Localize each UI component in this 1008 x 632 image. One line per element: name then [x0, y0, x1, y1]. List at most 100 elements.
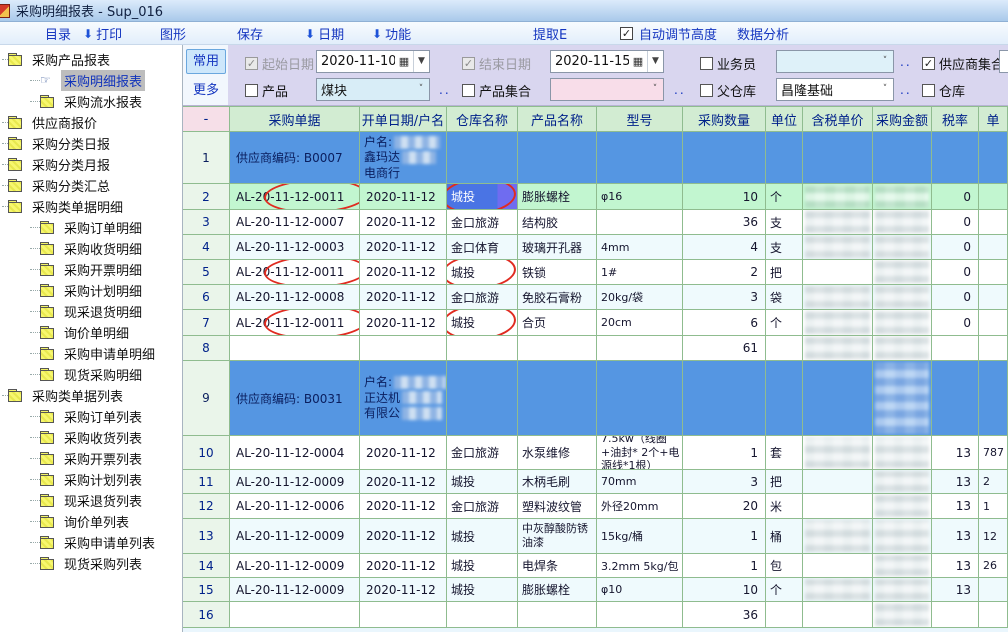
- cut-off-select[interactable]: [999, 50, 1008, 73]
- price-cell[interactable]: [803, 519, 873, 554]
- price-cell[interactable]: [803, 235, 873, 260]
- subtotal-qty-cell[interactable]: 61: [683, 336, 766, 361]
- checkbox-checked-icon[interactable]: ✓: [922, 57, 935, 70]
- checkbox-unchecked-icon[interactable]: [700, 84, 713, 97]
- row-number-cell[interactable]: 9: [183, 361, 230, 436]
- order-date-cell[interactable]: 2020-11-12: [360, 285, 447, 310]
- parent-warehouse-select[interactable]: 昌隆基础 ˅: [776, 78, 894, 101]
- empty-cell[interactable]: [597, 132, 683, 184]
- tax-rate-cell[interactable]: 13: [932, 519, 979, 554]
- column-header-7[interactable]: 采购数量: [683, 106, 766, 132]
- calendar-icon[interactable]: ▦: [629, 55, 647, 68]
- product-value[interactable]: 煤块: [317, 80, 413, 99]
- unit-price-cell[interactable]: [979, 235, 1008, 260]
- model-cell[interactable]: 3.2mm 5kg/包: [597, 554, 683, 578]
- empty-cell[interactable]: [873, 132, 932, 184]
- doc-number-cell[interactable]: AL-20-11-12-0003: [230, 235, 360, 260]
- sidebar-item[interactable]: 现采退货明细: [0, 301, 182, 322]
- model-cell[interactable]: 外径20mm: [597, 494, 683, 519]
- menu-item-5[interactable]: ⬇日期: [305, 24, 344, 43]
- empty-cell[interactable]: [518, 132, 597, 184]
- menu-item-1[interactable]: 目录: [45, 24, 71, 43]
- supplier-code-cell[interactable]: 供应商编码: B0031: [230, 361, 360, 436]
- qty-cell[interactable]: 1: [683, 519, 766, 554]
- checkbox-checked-icon[interactable]: ✓: [462, 57, 475, 70]
- sidebar-item[interactable]: 采购类单据明细: [0, 196, 182, 217]
- row-number-cell[interactable]: 2: [183, 184, 230, 210]
- sidebar-item[interactable]: 采购类单据列表: [0, 385, 182, 406]
- empty-cell[interactable]: [932, 132, 979, 184]
- warehouse-cell[interactable]: 金口旅游: [447, 494, 518, 519]
- amount-cell[interactable]: [873, 260, 932, 285]
- qty-cell[interactable]: 36: [683, 210, 766, 235]
- column-header-11[interactable]: 税率: [932, 106, 979, 132]
- salesman-browse-button[interactable]: ..: [900, 55, 912, 69]
- unit-price-cell[interactable]: [979, 210, 1008, 235]
- subtotal-last-cell[interactable]: [979, 602, 1008, 628]
- qty-cell[interactable]: 3: [683, 285, 766, 310]
- model-cell[interactable]: 7.5kw（线圈+油封* 2个+电源线*1根）: [597, 436, 683, 470]
- order-date-cell[interactable]: 2020-11-12: [360, 310, 447, 336]
- price-cell[interactable]: [803, 310, 873, 336]
- column-header-6[interactable]: 型号: [597, 106, 683, 132]
- model-cell[interactable]: 20kg/袋: [597, 285, 683, 310]
- product-name-cell[interactable]: 结构胶: [518, 210, 597, 235]
- subtotal-amount-cell[interactable]: [873, 602, 932, 628]
- sidebar-item[interactable]: 现货采购明细: [0, 364, 182, 385]
- doc-number-cell[interactable]: AL-20-11-12-0009: [230, 554, 360, 578]
- unit-cell[interactable]: 个: [766, 184, 803, 210]
- dropdown-arrow-icon[interactable]: ▼: [647, 51, 663, 72]
- tax-rate-cell[interactable]: 0: [932, 310, 979, 336]
- row-number-cell[interactable]: 11: [183, 470, 230, 494]
- unit-cell[interactable]: 支: [766, 210, 803, 235]
- sidebar-item[interactable]: 采购计划列表: [0, 469, 182, 490]
- sidebar-item[interactable]: 询价单列表: [0, 511, 182, 532]
- doc-number-cell[interactable]: AL-20-11-12-0009: [230, 578, 360, 602]
- dropdown-arrow-icon[interactable]: ▼: [413, 51, 429, 72]
- sidebar-item[interactable]: 采购订单列表: [0, 406, 182, 427]
- end-date-input[interactable]: 2020-11-15 ▦ ▼: [550, 50, 664, 73]
- unit-price-cell[interactable]: [979, 184, 1008, 210]
- subtotal-product-cell[interactable]: [518, 602, 597, 628]
- unit-cell[interactable]: 桶: [766, 519, 803, 554]
- supplier-set-checkbox[interactable]: ✓ 供应商集合: [922, 54, 1004, 73]
- supplier-code-cell[interactable]: 供应商编码: B0007: [230, 132, 360, 184]
- more-filters-button[interactable]: 更多: [186, 79, 226, 102]
- order-date-cell[interactable]: 2020-11-12: [360, 235, 447, 260]
- order-date-cell[interactable]: 2020-11-12: [360, 184, 447, 210]
- amount-cell[interactable]: [873, 310, 932, 336]
- sidebar-item[interactable]: 采购申请单列表: [0, 532, 182, 553]
- doc-number-cell[interactable]: AL-20-11-12-0008: [230, 285, 360, 310]
- column-header-3[interactable]: 开单日期/户名: [360, 106, 447, 132]
- sidebar-item[interactable]: 供应商报价: [0, 112, 182, 133]
- common-filters-button[interactable]: 常用: [186, 49, 226, 74]
- dropdown-arrow-icon[interactable]: ˅: [877, 79, 893, 100]
- product-name-cell[interactable]: 合页: [518, 310, 597, 336]
- row-number-cell[interactable]: 15: [183, 578, 230, 602]
- empty-cell[interactable]: [683, 132, 766, 184]
- empty-cell[interactable]: [518, 361, 597, 436]
- amount-cell[interactable]: [873, 210, 932, 235]
- checkbox-unchecked-icon[interactable]: [922, 84, 935, 97]
- subtotal-date-cell[interactable]: [360, 602, 447, 628]
- sidebar-item[interactable]: 采购产品报表: [0, 49, 182, 70]
- doc-number-cell[interactable]: AL-20-11-12-0011: [230, 184, 360, 210]
- qty-cell[interactable]: 10: [683, 184, 766, 210]
- empty-cell[interactable]: [803, 132, 873, 184]
- unit-cell[interactable]: 把: [766, 260, 803, 285]
- salesman-checkbox[interactable]: 业务员: [700, 54, 756, 73]
- unit-price-cell[interactable]: [979, 260, 1008, 285]
- sidebar-item[interactable]: 现货采购列表: [0, 553, 182, 574]
- amount-cell[interactable]: [873, 470, 932, 494]
- price-cell[interactable]: [803, 554, 873, 578]
- menu-item-8[interactable]: 数据分析: [737, 24, 789, 43]
- autofit-checkbox[interactable]: ✓ 自动调节高度: [620, 24, 717, 43]
- tax-rate-cell[interactable]: 13: [932, 554, 979, 578]
- order-date-cell[interactable]: 2020-11-12: [360, 436, 447, 470]
- tax-rate-cell[interactable]: 13: [932, 578, 979, 602]
- doc-number-cell[interactable]: AL-20-11-12-0009: [230, 519, 360, 554]
- checkbox-unchecked-icon[interactable]: [700, 57, 713, 70]
- column-header-12[interactable]: 单: [979, 106, 1008, 132]
- warehouse-cell[interactable]: 城投: [447, 184, 518, 210]
- subtotal-warehouse-cell[interactable]: [447, 602, 518, 628]
